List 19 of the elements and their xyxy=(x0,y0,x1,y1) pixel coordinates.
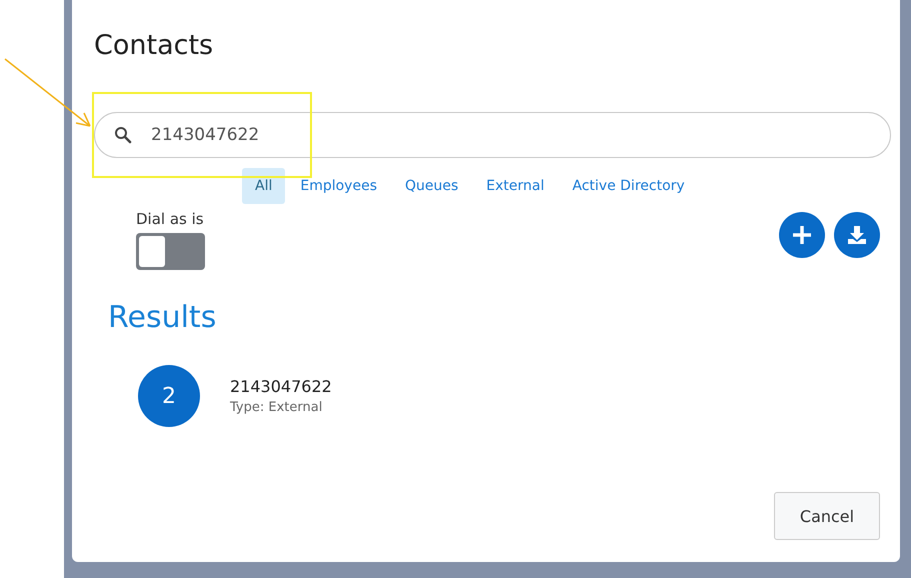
download-button[interactable] xyxy=(834,212,880,258)
filter-tab[interactable]: Employees xyxy=(287,168,390,204)
contact-type: Type: External xyxy=(230,400,324,415)
dialog-title: Contacts xyxy=(94,30,214,63)
filter-tab[interactable]: All xyxy=(242,168,286,204)
toggle-label: Dial as is xyxy=(136,210,205,228)
contact-avatar: 2 xyxy=(138,365,200,427)
results-heading: Results xyxy=(108,300,218,335)
dial-toggle[interactable] xyxy=(136,233,205,270)
filter-tab[interactable]: Queues xyxy=(392,168,472,204)
plus-icon xyxy=(791,224,813,246)
download-icon xyxy=(846,224,868,246)
filter-tab[interactable]: External xyxy=(473,168,558,204)
contact-number[interactable]: 2143047622 xyxy=(230,377,332,396)
search-icon xyxy=(114,126,132,144)
filter-tab[interactable]: Active Directory xyxy=(559,168,698,204)
search-field[interactable]: 2143047622 xyxy=(94,112,891,158)
cancel-button[interactable]: Cancel xyxy=(774,492,880,540)
add-button[interactable] xyxy=(779,212,825,258)
